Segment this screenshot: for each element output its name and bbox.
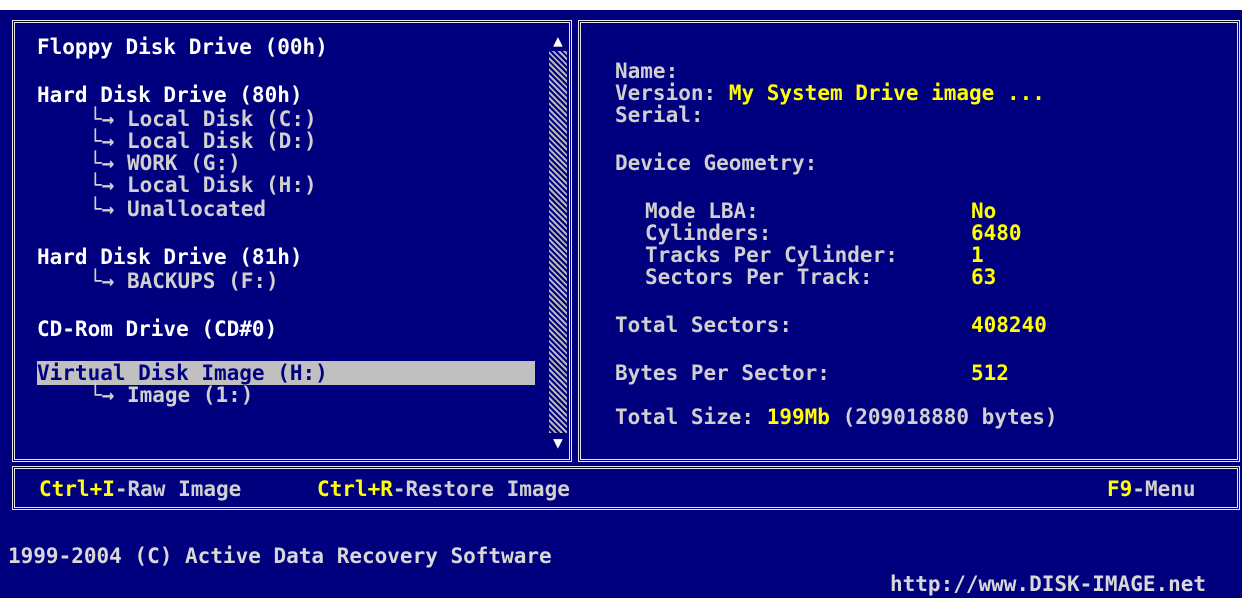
drive-details-panel: Name: Version: My System Drive image ...…	[578, 20, 1240, 462]
bytes-sector-label: Bytes Per Sector:	[615, 361, 830, 385]
top-border	[0, 0, 1242, 10]
tree-item-label: Local Disk (H:)	[126, 173, 317, 197]
sectors-track-value: 63	[971, 265, 997, 289]
copyright-text: 1999-2004 (C) Active Data Recovery Softw…	[8, 544, 552, 568]
restore-image-label: -Restore Image	[392, 477, 570, 501]
tree-item-hdd81[interactable]: Hard Disk Drive (81h)	[37, 245, 303, 269]
branch-arrow-icon: └→	[89, 197, 115, 221]
total-size-label: Total Size:	[615, 405, 755, 429]
mode-lba-value: No	[971, 199, 997, 223]
serial-label: Serial:	[615, 103, 704, 127]
tree-item-label: BACKUPS (F:)	[126, 269, 279, 293]
tree-item-image-1[interactable]: └→ Image (1:)	[89, 383, 253, 407]
tree-item-local-h[interactable]: └→ Local Disk (H:)	[89, 173, 317, 197]
tree-item-label: Local Disk (D:)	[126, 129, 317, 153]
tree-item-backups-f[interactable]: └→ BACKUPS (F:)	[89, 269, 279, 293]
scroll-up-arrow-icon[interactable]: ▲	[549, 31, 567, 51]
footer-bar: 1999-2004 (C) Active Data Recovery Softw…	[0, 514, 1242, 596]
drive-tree-panel[interactable]: Floppy Disk Drive (00h) Hard Disk Drive …	[12, 20, 572, 462]
restore-image-hotkey[interactable]: Ctrl+R-Restore Image	[317, 477, 570, 501]
geometry-title: Device Geometry:	[615, 151, 818, 175]
total-size-bytes: (209018880 bytes)	[842, 405, 1058, 429]
raw-image-hotkey[interactable]: Ctrl+I-Raw Image	[39, 477, 241, 501]
branch-arrow-icon: └→	[89, 151, 115, 175]
scroll-down-arrow-icon[interactable]: ▼	[549, 433, 567, 453]
cylinders-label: Cylinders:	[645, 221, 772, 245]
name-label: Name:	[615, 59, 679, 83]
branch-arrow-icon: └→	[89, 269, 115, 293]
version-row: Version: My System Drive image ...	[615, 81, 1045, 105]
total-size-value: 199Mb	[766, 405, 830, 429]
tree-item-cdrom[interactable]: CD-Rom Drive (CD#0)	[37, 317, 277, 341]
total-size-row: Total Size: 199Mb (209018880 bytes)	[615, 405, 1058, 429]
branch-arrow-icon: └→	[89, 383, 115, 407]
hotkey-bar: Ctrl+I-Raw Image Ctrl+R-Restore Image F9…	[12, 466, 1240, 510]
scrollbar-track[interactable]	[549, 45, 567, 433]
tree-item-work-g[interactable]: └→ WORK (G:)	[89, 151, 241, 175]
tree-item-virtual-disk-selected[interactable]: Virtual Disk Image (H:)	[37, 361, 535, 385]
tree-item-label: Unallocated	[126, 197, 267, 221]
tree-item-floppy[interactable]: Floppy Disk Drive (00h)	[37, 35, 328, 59]
mode-lba-label: Mode LBA:	[645, 199, 759, 223]
raw-image-label: -Raw Image	[114, 477, 242, 501]
menu-label: -Menu	[1132, 477, 1196, 501]
branch-arrow-icon: └→	[89, 173, 115, 197]
version-label: Version:	[615, 81, 717, 105]
sectors-track-label: Sectors Per Track:	[645, 265, 873, 289]
branch-arrow-icon: └→	[89, 107, 115, 131]
restore-image-key: Ctrl+R	[317, 477, 393, 501]
website-url: http://www.DISK-IMAGE.net	[890, 572, 1207, 596]
tree-item-unallocated[interactable]: └→ Unallocated	[89, 197, 266, 221]
tree-item-label: Local Disk (C:)	[126, 107, 317, 131]
menu-hotkey[interactable]: F9-Menu	[1107, 477, 1196, 501]
tree-item-hdd80[interactable]: Hard Disk Drive (80h)	[37, 83, 303, 107]
selected-label: Virtual Disk Image (H:)	[37, 361, 535, 385]
total-sectors-label: Total Sectors:	[615, 313, 793, 337]
raw-image-key: Ctrl+I	[39, 477, 115, 501]
menu-key: F9	[1107, 477, 1133, 501]
tree-item-label: Image (1:)	[126, 383, 254, 407]
tree-item-local-d[interactable]: └→ Local Disk (D:)	[89, 129, 317, 153]
branch-arrow-icon: └→	[89, 129, 115, 153]
total-sectors-value: 408240	[971, 313, 1047, 337]
cylinders-value: 6480	[971, 221, 1022, 245]
bytes-sector-value: 512	[971, 361, 1009, 385]
tracks-label: Tracks Per Cylinder:	[645, 243, 898, 267]
tree-item-local-c[interactable]: └→ Local Disk (C:)	[89, 107, 317, 131]
tracks-value: 1	[971, 243, 984, 267]
version-value: My System Drive image ...	[728, 81, 1045, 105]
tree-item-label: WORK (G:)	[126, 151, 241, 175]
